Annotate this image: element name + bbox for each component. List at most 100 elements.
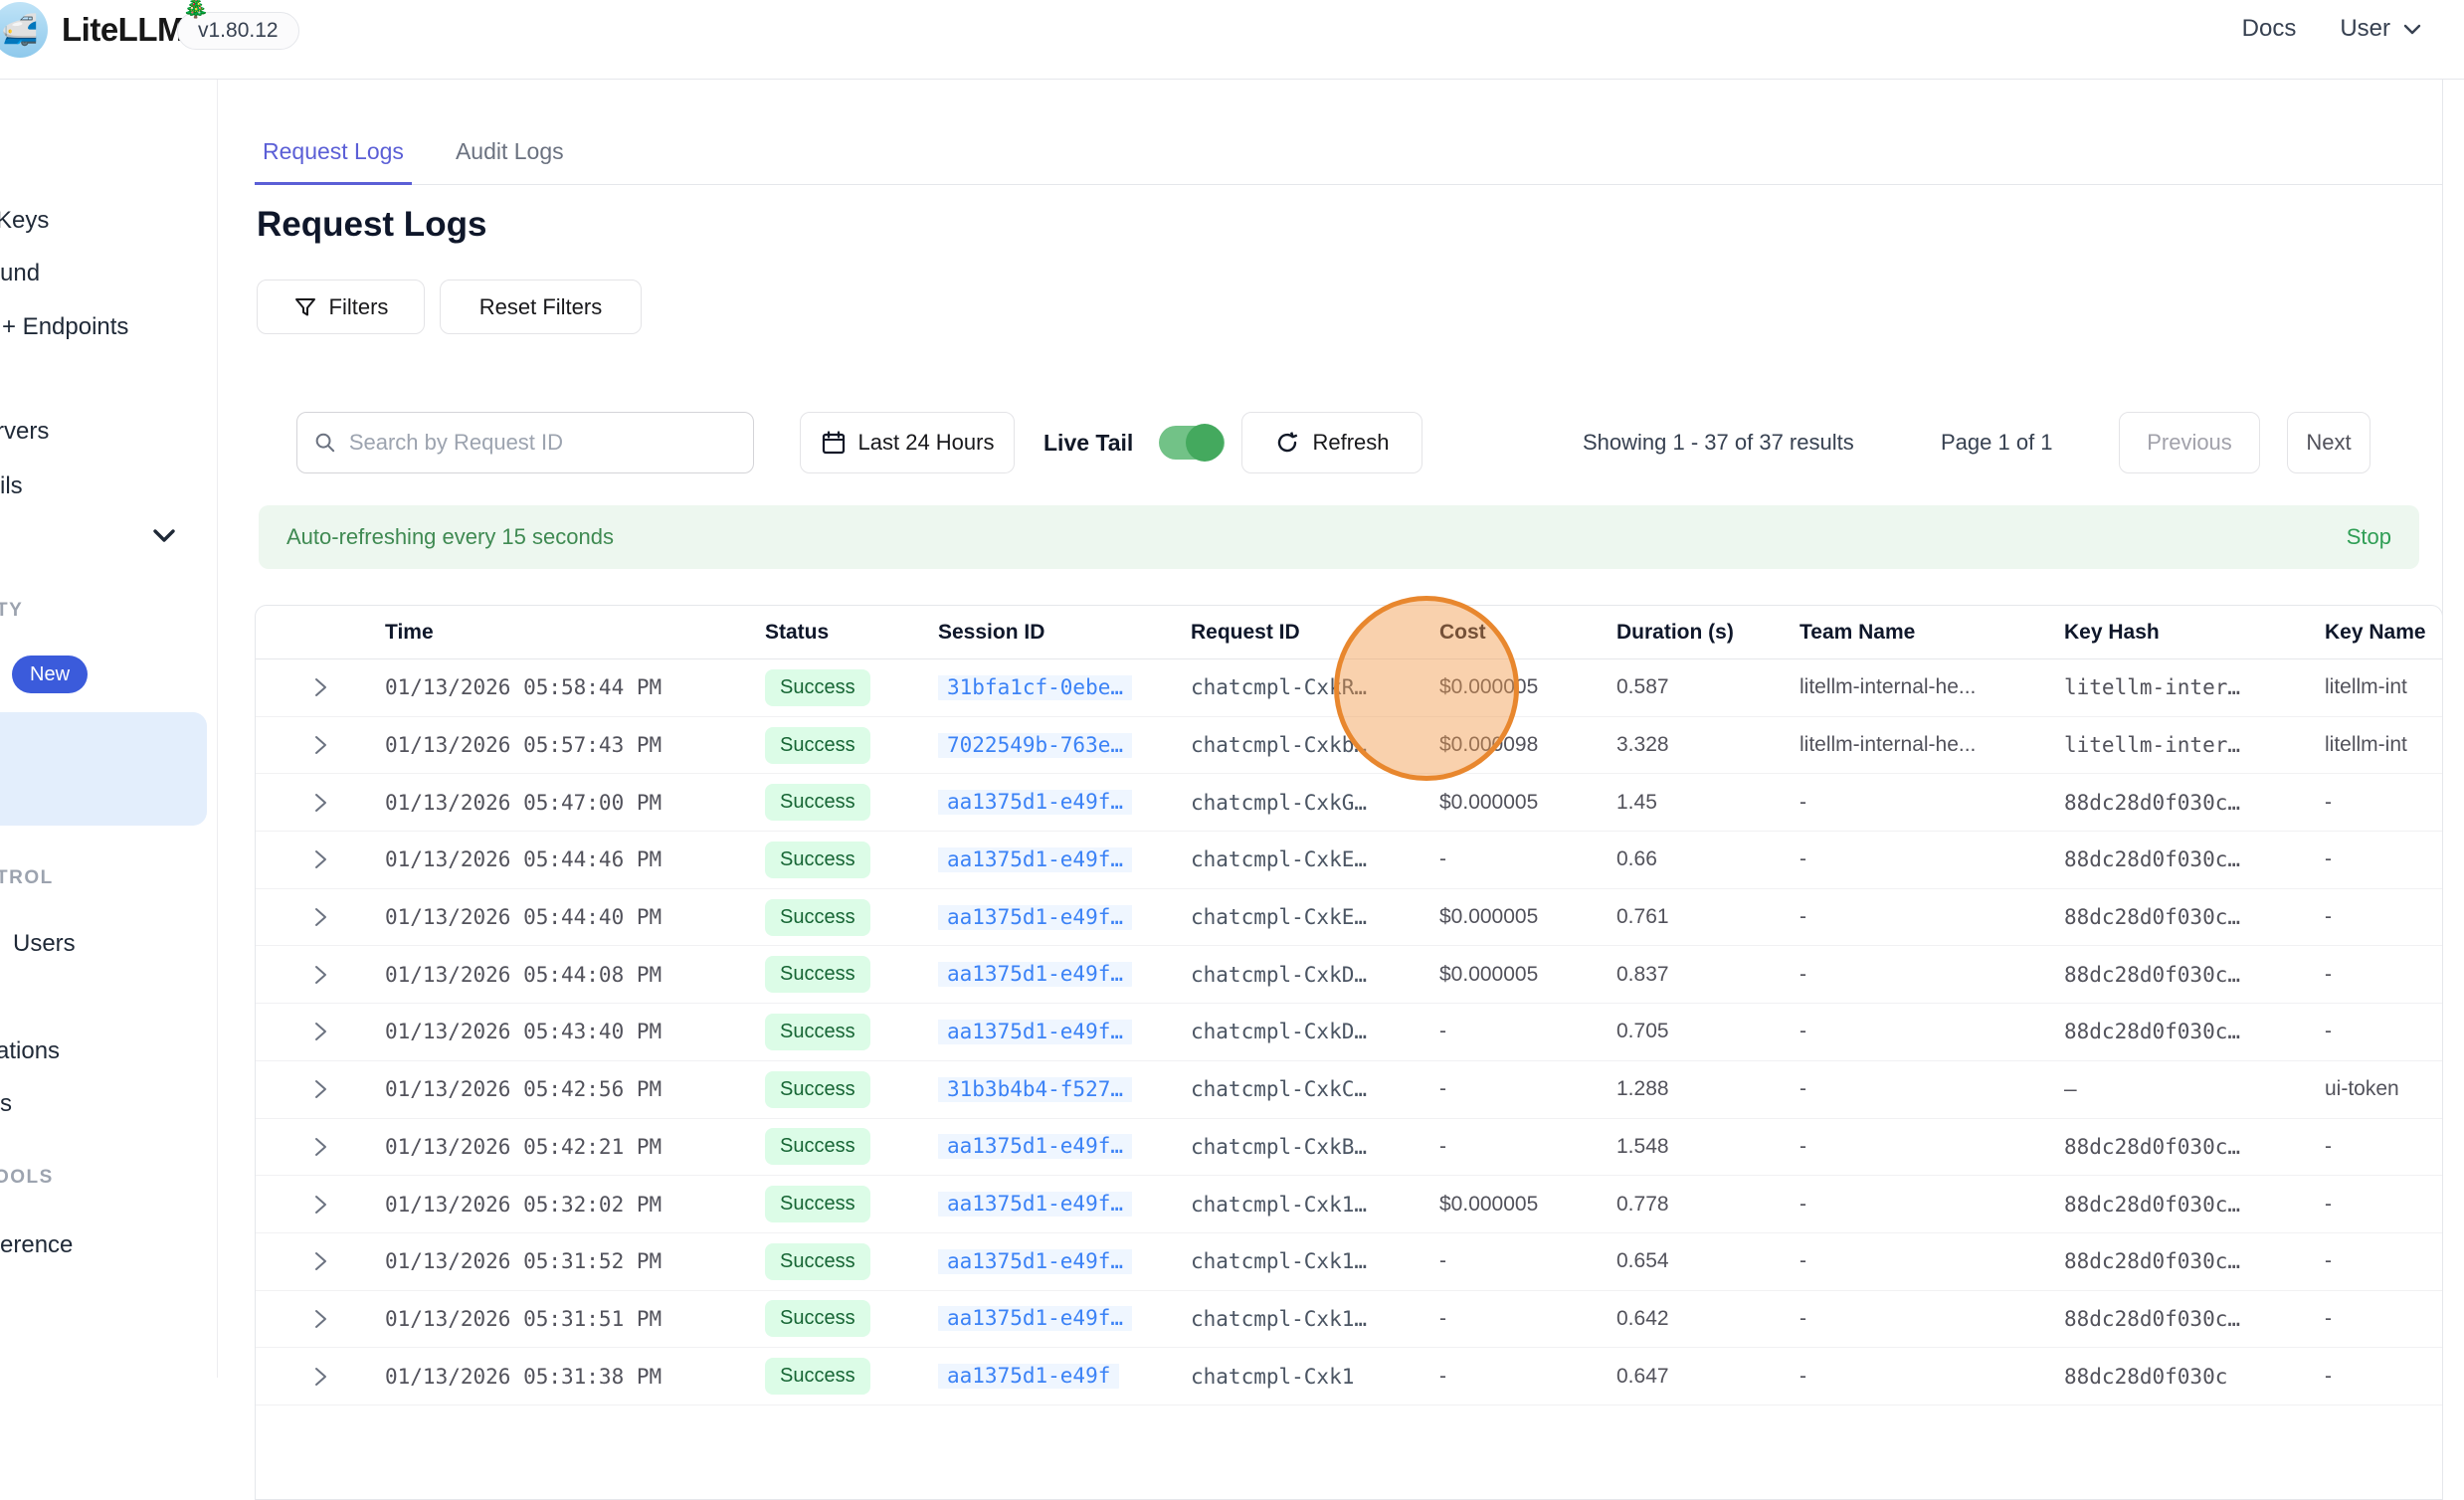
session-id-link[interactable]: 31bfa1cf-0ebe… xyxy=(938,675,1132,700)
row-expander[interactable] xyxy=(256,1308,385,1330)
session-id-link[interactable]: aa1375d1-e49f… xyxy=(938,1192,1132,1217)
table-row[interactable]: 01/13/2026 05:31:51 PM Success aa1375d1-… xyxy=(256,1291,2442,1349)
cell-time: 01/13/2026 05:31:38 PM xyxy=(385,1365,765,1389)
table-row[interactable]: 01/13/2026 05:47:00 PM Success aa1375d1-… xyxy=(256,774,2442,832)
row-expander[interactable] xyxy=(256,964,385,986)
row-expander[interactable] xyxy=(256,1366,385,1388)
session-id-link[interactable]: aa1375d1-e49f xyxy=(938,1364,1119,1389)
chevron-right-icon xyxy=(309,1308,331,1330)
table-body: 01/13/2026 05:58:44 PM Success 31bfa1cf-… xyxy=(256,659,2442,1406)
table-row[interactable]: 01/13/2026 05:32:02 PM Success aa1375d1-… xyxy=(256,1176,2442,1233)
row-expander[interactable] xyxy=(256,792,385,814)
cell-duration: 1.288 xyxy=(1616,1077,1800,1101)
table-row[interactable]: 01/13/2026 05:31:52 PM Success aa1375d1-… xyxy=(256,1233,2442,1291)
sidebar-item-guardrails-fragment[interactable]: ils xyxy=(0,472,23,500)
table-row[interactable]: 01/13/2026 05:42:21 PM Success aa1375d1-… xyxy=(256,1119,2442,1177)
table-row[interactable]: 01/13/2026 05:44:40 PM Success aa1375d1-… xyxy=(256,889,2442,947)
chevron-right-icon xyxy=(309,1078,331,1100)
cell-key-name: - xyxy=(2325,1365,2442,1389)
session-id-link[interactable]: aa1375d1-e49f… xyxy=(938,1020,1132,1044)
search-input[interactable] xyxy=(349,430,737,456)
table-row[interactable]: 01/13/2026 05:57:43 PM Success 7022549b-… xyxy=(256,717,2442,775)
row-expander[interactable] xyxy=(256,1078,385,1100)
sidebar-item-reference-fragment[interactable]: erence xyxy=(0,1231,73,1259)
table-row[interactable]: 01/13/2026 05:44:08 PM Success aa1375d1-… xyxy=(256,946,2442,1004)
next-page-button[interactable]: Next xyxy=(2287,412,2370,473)
funnel-icon xyxy=(293,295,317,319)
session-id-link[interactable]: 7022549b-763e… xyxy=(938,733,1132,758)
status-badge: Success xyxy=(765,1014,870,1050)
tab-audit-logs[interactable]: Audit Logs xyxy=(448,124,572,185)
main-content: Request Logs Audit Logs Request Logs Fil… xyxy=(218,80,2442,1378)
row-expander[interactable] xyxy=(256,848,385,870)
cell-team-name: - xyxy=(1800,791,2064,815)
session-id-link[interactable]: aa1375d1-e49f… xyxy=(938,962,1132,987)
time-range-label: Last 24 Hours xyxy=(858,430,995,456)
row-expander[interactable] xyxy=(256,676,385,698)
row-expander[interactable] xyxy=(256,734,385,756)
table-row[interactable]: 01/13/2026 05:42:56 PM Success 31b3b4b4-… xyxy=(256,1061,2442,1119)
chevron-right-icon xyxy=(309,676,331,698)
cell-cost: - xyxy=(1439,1249,1616,1273)
table-row[interactable]: 01/13/2026 05:31:38 PM Success aa1375d1-… xyxy=(256,1348,2442,1406)
time-range-button[interactable]: Last 24 Hours xyxy=(800,412,1015,473)
session-id-link[interactable]: aa1375d1-e49f… xyxy=(938,790,1132,815)
session-id-link[interactable]: aa1375d1-e49f… xyxy=(938,905,1132,930)
sidebar-collapse-chevron[interactable] xyxy=(149,525,179,547)
docs-link[interactable]: Docs xyxy=(2242,15,2297,43)
cell-time: 01/13/2026 05:44:08 PM xyxy=(385,963,765,987)
litellm-logo-icon: 🚅 xyxy=(0,2,48,58)
cell-duration: 0.647 xyxy=(1616,1365,1800,1389)
refresh-button[interactable]: Refresh xyxy=(1241,412,1422,473)
header-team-name: Team Name xyxy=(1800,621,2064,645)
row-expander[interactable] xyxy=(256,1021,385,1042)
cell-request-id: chatcmpl-CxkD… xyxy=(1191,963,1439,987)
cell-key-hash: litellm-inter… xyxy=(2064,675,2325,699)
filters-button[interactable]: Filters xyxy=(257,280,425,334)
header-key-name: Key Name xyxy=(2325,621,2442,645)
stop-auto-refresh-button[interactable]: Stop xyxy=(2347,524,2391,550)
table-row[interactable]: 01/13/2026 05:58:44 PM Success 31bfa1cf-… xyxy=(256,659,2442,717)
session-id-link[interactable]: aa1375d1-e49f… xyxy=(938,847,1132,872)
live-tail-toggle[interactable] xyxy=(1159,426,1225,460)
cell-duration: 1.45 xyxy=(1616,791,1800,815)
row-expander[interactable] xyxy=(256,1194,385,1216)
table-header-row: Time Status Session ID Request ID Cost D… xyxy=(256,606,2442,659)
cell-cost: - xyxy=(1439,1307,1616,1331)
cell-team-name: litellm-internal-he... xyxy=(1800,675,2064,699)
cell-request-id: chatcmpl-Cxk1… xyxy=(1191,1193,1439,1217)
session-id-link[interactable]: 31b3b4b4-f527… xyxy=(938,1077,1132,1102)
sidebar-item-endpoints-fragment[interactable]: + Endpoints xyxy=(2,313,128,341)
cell-time: 01/13/2026 05:44:40 PM xyxy=(385,905,765,929)
cell-key-hash: litellm-inter… xyxy=(2064,733,2325,757)
session-id-link[interactable]: aa1375d1-e49f… xyxy=(938,1134,1132,1159)
cell-team-name: - xyxy=(1800,1020,2064,1043)
row-expander[interactable] xyxy=(256,906,385,928)
cell-duration: 0.837 xyxy=(1616,963,1800,987)
user-menu[interactable]: User xyxy=(2340,15,2424,43)
sidebar-item-servers-fragment[interactable]: rvers xyxy=(0,418,49,446)
table-row[interactable]: 01/13/2026 05:44:46 PM Success aa1375d1-… xyxy=(256,832,2442,889)
scrollbar-track[interactable] xyxy=(2442,80,2464,1378)
session-id-link[interactable]: aa1375d1-e49f… xyxy=(938,1249,1132,1274)
results-count: Showing 1 - 37 of 37 results xyxy=(1583,412,1854,473)
chevron-right-icon xyxy=(309,1250,331,1272)
sidebar-item-logs-selected[interactable] xyxy=(0,712,207,826)
chevron-right-icon xyxy=(309,1194,331,1216)
row-expander[interactable] xyxy=(256,1250,385,1272)
tab-request-logs[interactable]: Request Logs xyxy=(255,124,412,185)
cell-key-name: - xyxy=(2325,1193,2442,1217)
reset-filters-button[interactable]: Reset Filters xyxy=(440,280,642,334)
brand: 🚅 LiteLLM xyxy=(0,2,184,58)
sidebar-item-teams-fragment[interactable]: s xyxy=(0,1090,12,1118)
previous-page-button[interactable]: Previous xyxy=(2119,412,2260,473)
row-expander[interactable] xyxy=(256,1136,385,1158)
cell-key-hash: 88dc28d0f030c… xyxy=(2064,1307,2325,1331)
session-id-link[interactable]: aa1375d1-e49f… xyxy=(938,1306,1132,1331)
cell-duration: 0.654 xyxy=(1616,1249,1800,1273)
sidebar-item-organizations-fragment[interactable]: ations xyxy=(0,1037,60,1065)
sidebar-item-keys-fragment[interactable]: Keys xyxy=(0,207,49,235)
sidebar-item-playground-fragment[interactable]: und xyxy=(0,260,40,287)
table-row[interactable]: 01/13/2026 05:43:40 PM Success aa1375d1-… xyxy=(256,1004,2442,1061)
sidebar-item-users-fragment[interactable]: Users xyxy=(13,930,76,958)
